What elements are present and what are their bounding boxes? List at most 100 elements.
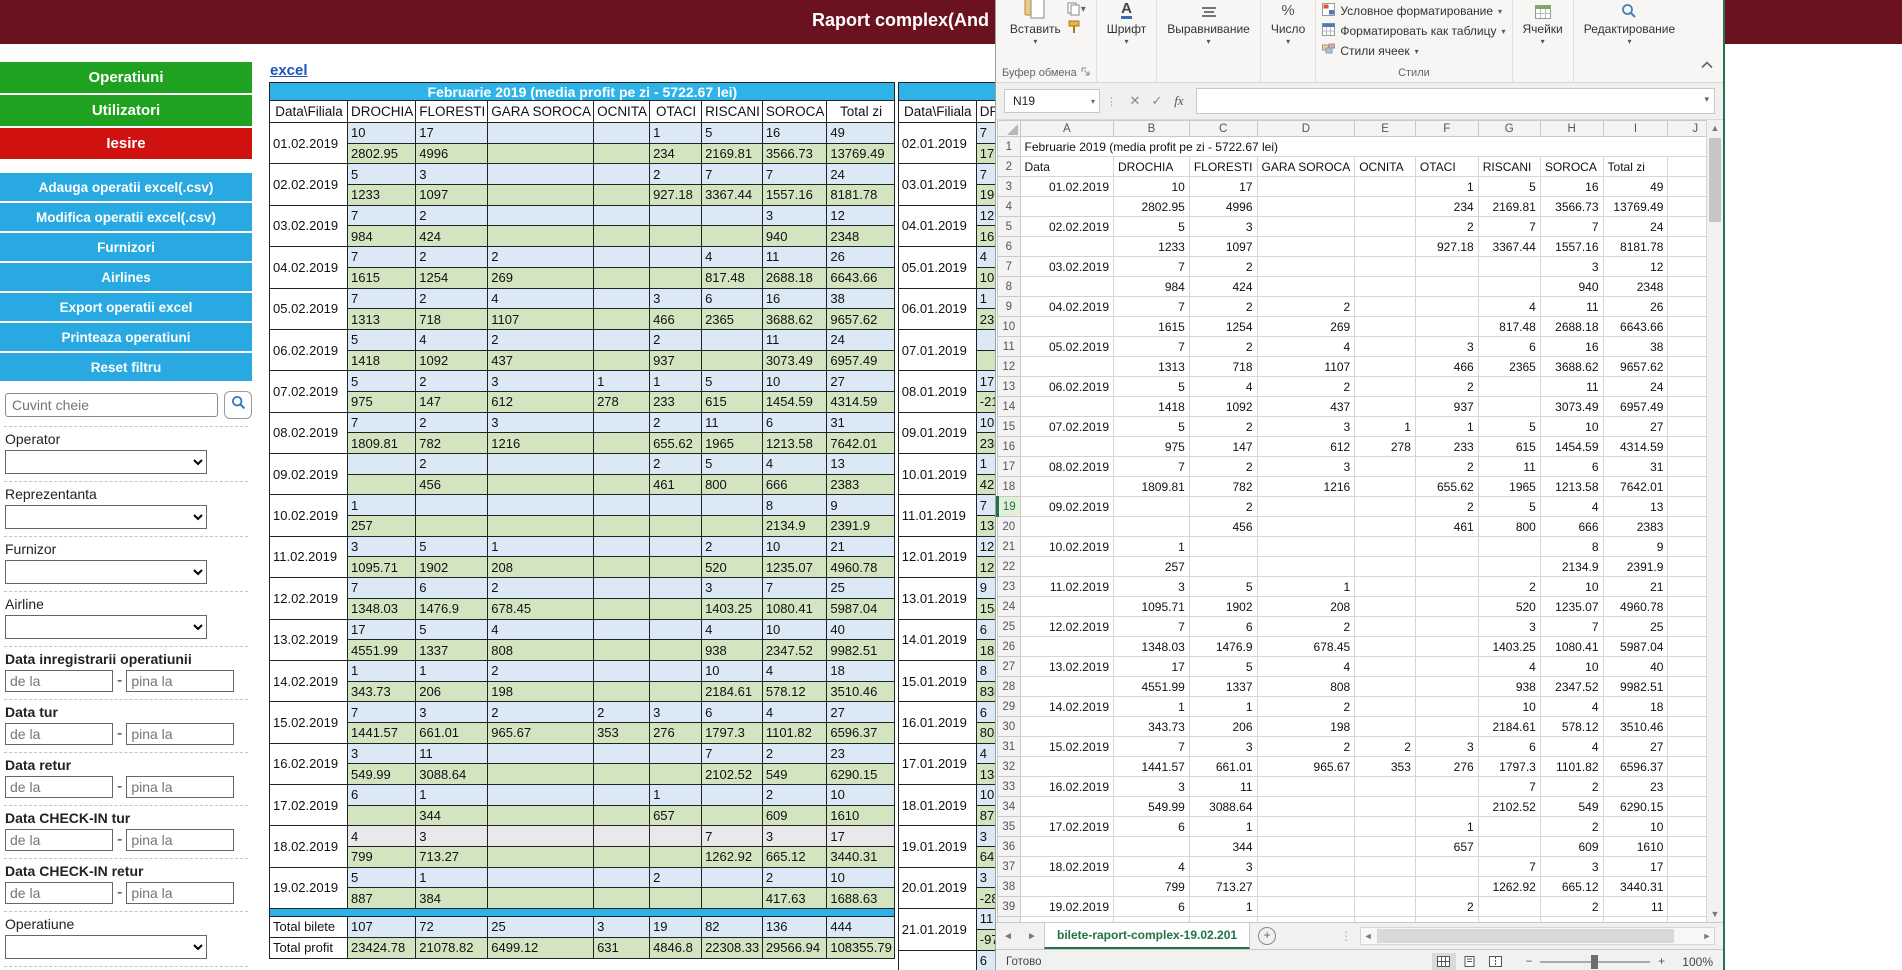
cell[interactable]: 520 xyxy=(1478,597,1540,617)
page-break-view-icon[interactable] xyxy=(1484,953,1508,970)
cell[interactable]: 1809.81 xyxy=(1114,477,1190,497)
cell[interactable] xyxy=(1020,877,1113,897)
cell[interactable]: 666 xyxy=(1540,517,1603,537)
cell[interactable]: 2 xyxy=(1478,577,1540,597)
cell[interactable]: 17 xyxy=(1189,177,1257,197)
cell[interactable]: 1313 xyxy=(1114,357,1190,377)
cell[interactable] xyxy=(1355,657,1416,677)
action-button-modifica-operatii-excel-csv[interactable]: Modifica operatii excel(.csv) xyxy=(0,203,252,231)
cell[interactable] xyxy=(1257,237,1355,257)
scroll-left-icon[interactable]: ◄ xyxy=(1361,931,1375,941)
cell[interactable] xyxy=(1355,817,1416,837)
cell[interactable] xyxy=(1355,277,1416,297)
cell[interactable] xyxy=(1257,277,1355,297)
cell[interactable]: SOROCA xyxy=(1540,157,1603,177)
cell[interactable]: 343.73 xyxy=(1114,717,1190,737)
cell[interactable]: 01.02.2019 xyxy=(1020,177,1113,197)
vertical-scrollbar[interactable]: ▲ ▼ xyxy=(1706,120,1723,922)
cell[interactable]: 817.48 xyxy=(1478,317,1540,337)
cell[interactable]: 938 xyxy=(1478,677,1540,697)
action-button-adauga-operatii-excel-csv[interactable]: Adauga operatii excel(.csv) xyxy=(0,173,252,201)
cell[interactable] xyxy=(1355,257,1416,277)
cell[interactable] xyxy=(1415,677,1478,697)
cell[interactable]: 6 xyxy=(1189,617,1257,637)
cell[interactable]: 461 xyxy=(1415,517,1478,537)
format-painter-icon[interactable] xyxy=(1067,18,1086,36)
cell[interactable]: 4 xyxy=(1540,497,1603,517)
column-header-i[interactable]: I xyxy=(1603,121,1668,137)
cell[interactable]: 3 xyxy=(1540,857,1603,877)
cell[interactable]: 38 xyxy=(1603,337,1668,357)
row-header-23[interactable]: 23 xyxy=(998,577,1021,597)
cell[interactable]: 1107 xyxy=(1257,357,1355,377)
row-header-9[interactable]: 9 xyxy=(998,297,1021,317)
cell[interactable]: 8181.78 xyxy=(1603,237,1668,257)
cell[interactable]: 4996 xyxy=(1189,197,1257,217)
cell[interactable]: 2 xyxy=(1257,697,1355,717)
cell[interactable]: 05.02.2019 xyxy=(1020,337,1113,357)
cell[interactable] xyxy=(1257,517,1355,537)
cell[interactable]: 234 xyxy=(1415,197,1478,217)
row-header-38[interactable]: 38 xyxy=(998,877,1021,897)
cell[interactable]: 11 xyxy=(1603,897,1668,917)
cell[interactable] xyxy=(1020,357,1113,377)
cell[interactable]: 4 xyxy=(1540,737,1603,757)
confirm-entry-icon[interactable]: ✓ xyxy=(1146,93,1168,109)
cell[interactable]: 10 xyxy=(1540,417,1603,437)
data-check-in-tur-to-input[interactable] xyxy=(126,829,234,851)
column-header-f[interactable]: F xyxy=(1415,121,1478,137)
row-header-21[interactable]: 21 xyxy=(998,537,1021,557)
cell[interactable] xyxy=(1355,337,1416,357)
cell[interactable]: 7 xyxy=(1540,617,1603,637)
cell[interactable]: 3566.73 xyxy=(1540,197,1603,217)
cell[interactable]: 2383 xyxy=(1603,517,1668,537)
normal-view-icon[interactable] xyxy=(1432,953,1456,970)
cell[interactable]: 257 xyxy=(1114,557,1190,577)
cell[interactable]: 1902 xyxy=(1189,597,1257,617)
row-header-30[interactable]: 30 xyxy=(998,717,1021,737)
cell[interactable] xyxy=(1415,317,1478,337)
cell[interactable]: 11 xyxy=(1478,457,1540,477)
cell[interactable]: 713.27 xyxy=(1189,877,1257,897)
cell[interactable]: 5 xyxy=(1478,497,1540,517)
cell[interactable] xyxy=(1355,677,1416,697)
row-header-24[interactable]: 24 xyxy=(998,597,1021,617)
column-header-b[interactable]: B xyxy=(1114,121,1190,137)
cell[interactable]: 7 xyxy=(1540,217,1603,237)
cell[interactable] xyxy=(1355,237,1416,257)
cell[interactable] xyxy=(1020,597,1113,617)
cell[interactable]: 5 xyxy=(1189,577,1257,597)
row-header-32[interactable]: 32 xyxy=(998,757,1021,777)
cell[interactable]: 19.02.2019 xyxy=(1020,897,1113,917)
format-as-table-button[interactable]: Форматировать как таблицу ▾ xyxy=(1322,21,1505,41)
cell[interactable]: 11 xyxy=(1189,777,1257,797)
cell[interactable]: 2 xyxy=(1415,217,1478,237)
cell[interactable]: 549.99 xyxy=(1114,797,1190,817)
cell[interactable]: 18.02.2019 xyxy=(1020,857,1113,877)
cell[interactable]: 2347.52 xyxy=(1540,677,1603,697)
cell[interactable]: 11 xyxy=(1540,297,1603,317)
zoom-slider-handle[interactable] xyxy=(1591,955,1598,969)
row-header-6[interactable]: 6 xyxy=(998,237,1021,257)
cell[interactable]: 1233 xyxy=(1114,237,1190,257)
furnizor-select[interactable] xyxy=(5,560,207,584)
cell[interactable] xyxy=(1355,617,1416,637)
cell[interactable]: 615 xyxy=(1478,437,1540,457)
column-header-d[interactable]: D xyxy=(1257,121,1355,137)
cell[interactable]: 15.02.2019 xyxy=(1020,737,1113,757)
cell[interactable]: 31 xyxy=(1603,457,1668,477)
cell[interactable]: 7 xyxy=(1114,297,1190,317)
cell[interactable] xyxy=(1020,517,1113,537)
cell[interactable]: 1476.9 xyxy=(1189,637,1257,657)
cell[interactable]: 5 xyxy=(1478,417,1540,437)
row-header-12[interactable]: 12 xyxy=(998,357,1021,377)
cell[interactable]: 7 xyxy=(1478,777,1540,797)
search-input[interactable] xyxy=(5,393,218,417)
airline-select[interactable] xyxy=(5,615,207,639)
cell[interactable]: 2 xyxy=(1257,377,1355,397)
reprezentanta-select[interactable] xyxy=(5,505,207,529)
cell[interactable]: 17 xyxy=(1114,657,1190,677)
cell[interactable] xyxy=(1355,577,1416,597)
row-header-14[interactable]: 14 xyxy=(998,397,1021,417)
cell[interactable]: 2 xyxy=(1540,897,1603,917)
